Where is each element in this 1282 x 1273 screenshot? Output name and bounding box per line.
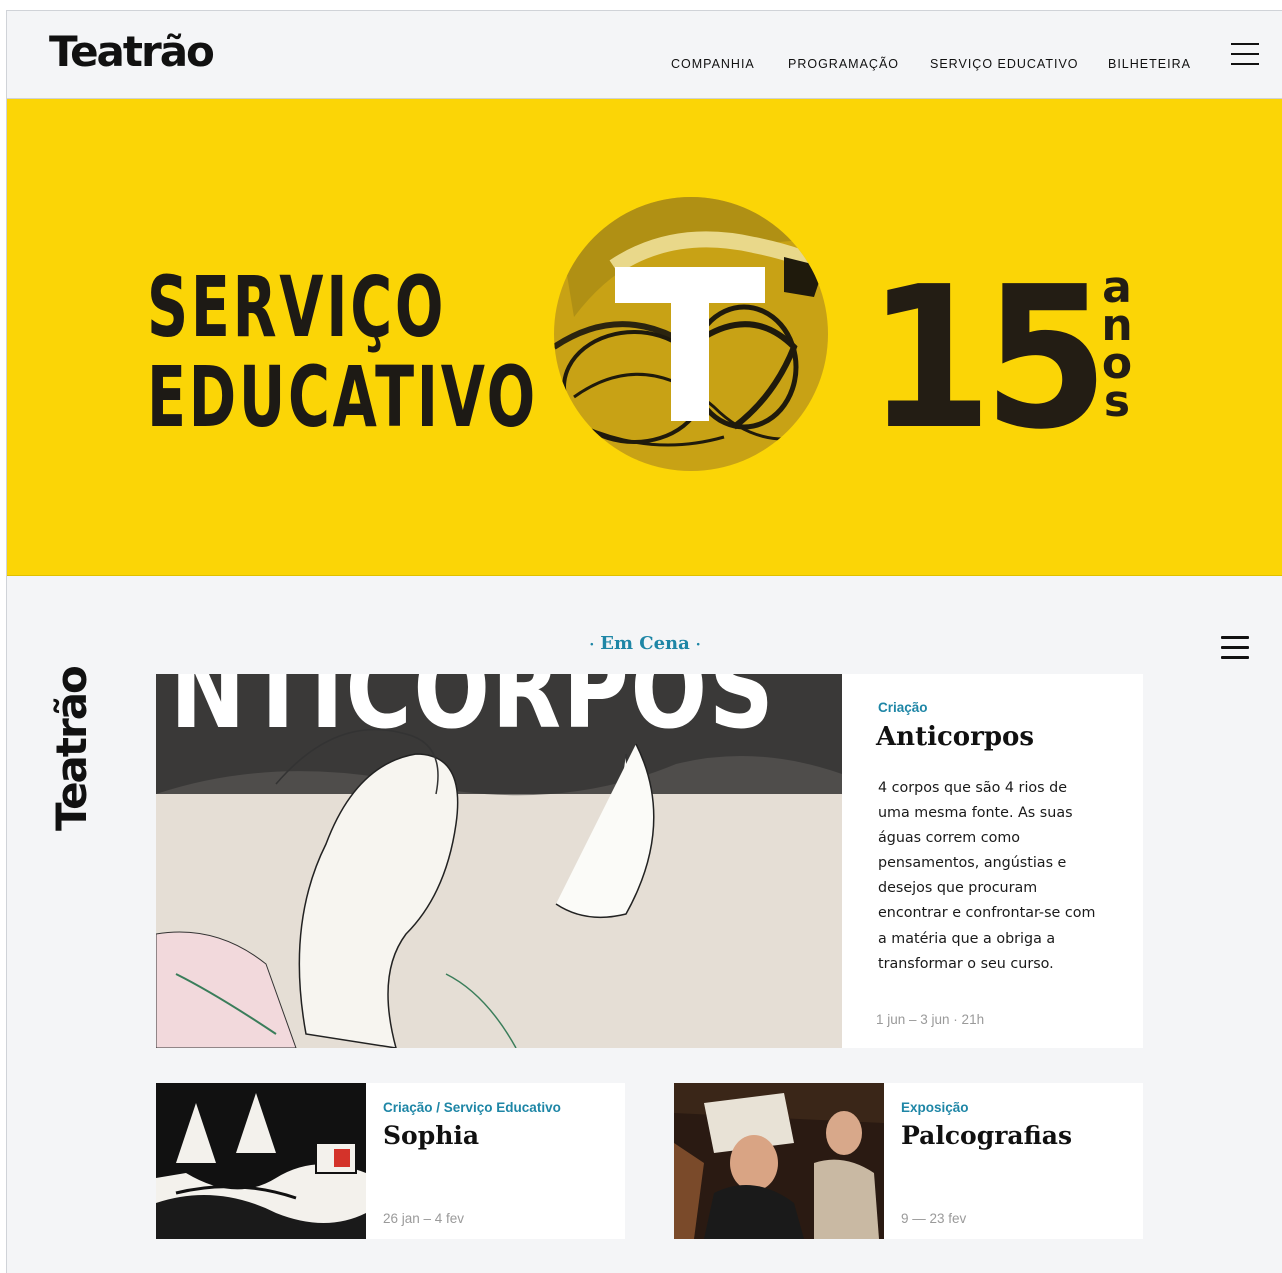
- description-line: desejos que procuram: [878, 880, 1038, 897]
- description-line: pensamentos, angústias e: [878, 855, 1067, 872]
- page-frame: Teatrão COMPANHIA PROGRAMAÇÃO SERVIÇO ED…: [6, 10, 1282, 1273]
- menu-icon[interactable]: [1231, 41, 1259, 67]
- hero-number: 15: [867, 245, 1109, 473]
- event-card-palcografias[interactable]: Exposição Palcografias 9 — 23 fev: [674, 1083, 1143, 1239]
- site-header: Teatrão COMPANHIA PROGRAMAÇÃO SERVIÇO ED…: [7, 11, 1282, 99]
- nav-item-companhia[interactable]: COMPANHIA: [671, 57, 755, 71]
- hero-line-educativo: EDUCATIVO: [147, 348, 538, 446]
- description-line: águas correm como: [878, 830, 1020, 847]
- hero-anos: a n o s: [1099, 266, 1135, 427]
- palcografias-photo: [674, 1083, 884, 1239]
- palcografias-image: [674, 1083, 884, 1239]
- section-title-text: Em Cena: [600, 633, 690, 654]
- event-card-sophia[interactable]: Criação / Serviço Educativo Sophia 26 ja…: [156, 1083, 625, 1239]
- hero-photo-circle: [554, 197, 828, 471]
- side-logo[interactable]: Teatrão: [47, 667, 96, 831]
- description-line: a matéria que a obriga a: [878, 930, 1056, 947]
- featured-description: 4 corpos que são 4 rios de uma mesma fon…: [878, 776, 1128, 977]
- card-dates: 9 — 23 fev: [901, 1211, 967, 1226]
- card-title[interactable]: Palcografias: [901, 1121, 1072, 1150]
- nav-item-bilheteira[interactable]: BILHETEIRA: [1108, 57, 1191, 71]
- card-category[interactable]: Criação / Serviço Educativo: [383, 1100, 561, 1115]
- sophia-illustration: [156, 1083, 366, 1239]
- featured-category[interactable]: Criação: [878, 700, 928, 715]
- featured-image[interactable]: NTICORPOS: [156, 674, 842, 1048]
- title-dot-left: ·: [589, 637, 595, 653]
- nav-item-servico-educativo[interactable]: SERVIÇO EDUCATIVO: [930, 57, 1079, 71]
- card-dates: 26 jan – 4 fev: [383, 1211, 465, 1226]
- description-line: transformar o seu curso.: [878, 955, 1054, 972]
- featured-image-text: NTICORPOS: [170, 674, 776, 753]
- card-category[interactable]: Exposição: [901, 1100, 969, 1115]
- hero-line-servico: SERVIÇO: [147, 258, 447, 356]
- main-nav: COMPANHIA PROGRAMAÇÃO SERVIÇO EDUCATIVO …: [7, 57, 1282, 77]
- section-title: · Em Cena ·: [7, 633, 1282, 654]
- hero-t-stem: [671, 267, 709, 421]
- card-title[interactable]: Sophia: [383, 1121, 479, 1150]
- title-dot-right: ·: [695, 637, 701, 653]
- description-line: 4 corpos que são 4 rios de: [878, 780, 1068, 796]
- sophia-image: [156, 1083, 366, 1239]
- hero-anos-letter: s: [1103, 376, 1131, 427]
- nav-item-programacao[interactable]: PROGRAMAÇÃO: [788, 57, 899, 71]
- hero-banner[interactable]: SERVIÇO EDUCATIVO 15 a n o s: [7, 99, 1282, 576]
- description-line: encontrar e confrontar-se com: [878, 905, 1096, 922]
- featured-panel: Criação Anticorpos 4 corpos que são 4 ri…: [842, 674, 1143, 1048]
- description-line: uma mesma fonte. As suas: [878, 805, 1073, 822]
- featured-title[interactable]: Anticorpos: [876, 722, 1034, 752]
- featured-dates: 1 jun – 3 jun · 21h: [876, 1012, 985, 1027]
